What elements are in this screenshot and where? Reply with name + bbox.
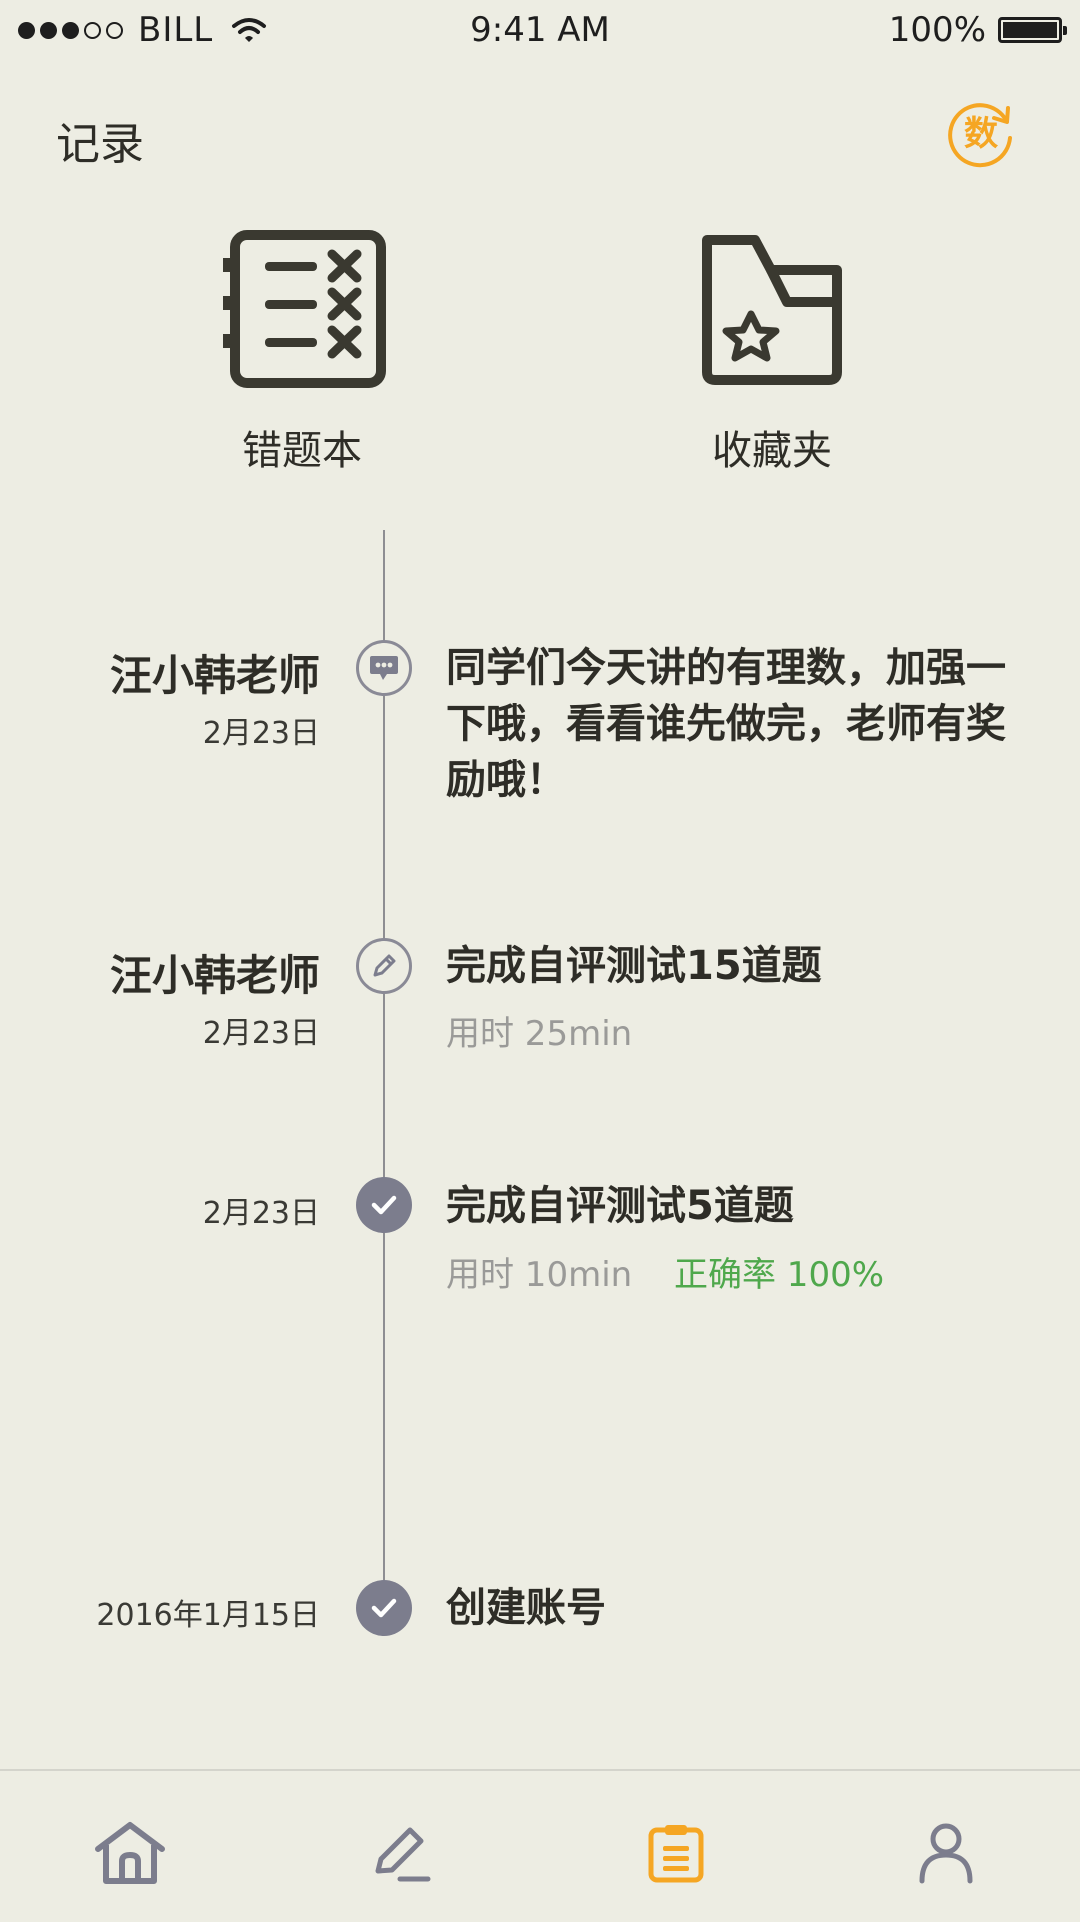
timeline-node (356, 1580, 412, 1636)
favorites-folder-label: 收藏夹 (712, 428, 832, 474)
timeline-author: 汪小韩老师 (109, 951, 320, 1000)
timeline-item-title[interactable]: 完成自评测试5道题 (446, 1178, 1046, 1234)
tab-profile[interactable] (906, 1813, 986, 1893)
tab-practice[interactable] (360, 1813, 440, 1893)
mistake-notebook-button[interactable]: 错题本 (152, 230, 452, 476)
tab-records[interactable] (636, 1813, 716, 1893)
page-title: 记录 (56, 119, 144, 170)
timeline-accuracy: 正确率 100% (674, 1255, 885, 1295)
timeline-node (356, 938, 412, 994)
timeline-duration: 用时 10min (446, 1255, 633, 1295)
tab-home[interactable] (90, 1813, 170, 1893)
tab-bar (0, 1769, 1080, 1922)
subject-switch-button[interactable]: 数 (948, 98, 1018, 168)
clipboard-icon (648, 1825, 704, 1883)
check-icon (371, 1195, 397, 1215)
timeline-duration: 用时 25min (446, 1014, 633, 1054)
pencil-icon (373, 954, 396, 977)
edit-icon (375, 1827, 431, 1882)
timeline-node (356, 1177, 412, 1233)
timeline-author: 汪小韩老师 (109, 651, 320, 700)
status-bar: BILL 9:41 AM 100% (0, 0, 1080, 64)
check-icon (371, 1598, 397, 1618)
status-right: 100% (888, 10, 1067, 50)
timeline-message-text[interactable]: 同学们今天讲的有理数，加强一下哦，看看谁先做完，老师有奖励哦！ (446, 640, 1026, 808)
timeline-node (356, 640, 412, 696)
message-icon (370, 656, 398, 680)
mistake-notebook-icon (223, 230, 386, 388)
mistake-notebook-label: 错题本 (242, 428, 362, 474)
battery-icon (998, 17, 1067, 43)
timeline-date: 2016年1月15日 (96, 1598, 320, 1633)
timeline-item-title[interactable]: 创建账号 (446, 1580, 1046, 1636)
home-icon (95, 1822, 165, 1884)
timeline-date: 2月23日 (202, 716, 320, 751)
timeline-date: 2月23日 (202, 1196, 320, 1231)
favorites-folder-button[interactable]: 收藏夹 (622, 230, 922, 476)
timeline-date: 2月23日 (202, 1016, 320, 1051)
battery-percent: 100% (888, 10, 986, 50)
refresh-subject-icon: 数 (948, 103, 1012, 168)
timeline-item-title[interactable]: 完成自评测试15道题 (446, 938, 1046, 994)
subject-badge-text: 数 (964, 114, 998, 154)
favorites-folder-icon (702, 235, 842, 385)
profile-icon (919, 1823, 973, 1884)
